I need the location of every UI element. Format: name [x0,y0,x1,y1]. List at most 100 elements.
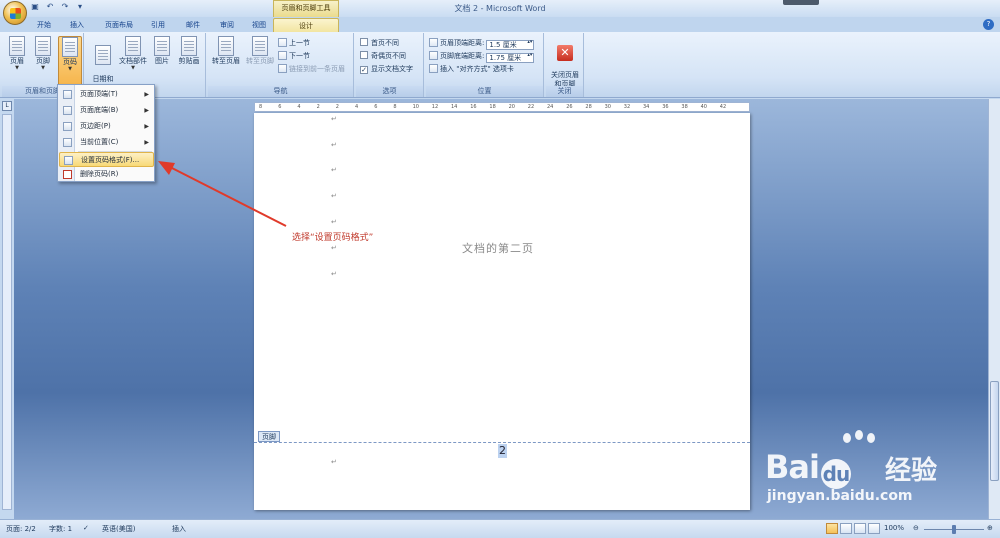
status-insert-mode[interactable]: 插入 [172,524,186,534]
ruler-tick-label: 34 [643,104,650,110]
alignment-tab-icon [429,64,438,73]
scrollbar-thumb[interactable] [990,381,999,481]
ruler-tick-label: 14 [451,104,458,110]
different-first-page-label: 首页不同 [371,39,399,47]
zoom-slider-knob[interactable] [952,525,956,534]
page-number-field[interactable]: 2 [498,444,507,458]
ruler-tick-label: 26 [566,104,573,110]
menu-item-remove-page-numbers[interactable]: 删除页码(R) [59,167,154,182]
insert-alignment-tab-label: 插入 "对齐方式" 选项卡 [440,65,514,73]
header-distance-input[interactable]: 1.5 厘米 [486,40,535,50]
footer-distance: 页脚底端距离: 1.75 厘米 [429,50,535,63]
ruler-tick-label: 30 [604,104,611,110]
spelling-check-icon[interactable]: ✓ [83,524,89,532]
previous-section-button[interactable]: 上一节 [278,37,310,49]
document-page[interactable]: ↵ ↵ ↵ ↵ ↵ ↵ ↵ 文档的第二页 页脚 2 ↵ [254,113,750,510]
menu-item-label: 设置页码格式(F)... [81,156,140,164]
ruler-tick-label: 10 [412,104,419,110]
header-button[interactable]: 页眉 ▼ [6,36,28,71]
window-controls[interactable] [783,0,819,5]
footer-button[interactable]: 页脚 ▼ [32,36,54,71]
ruler-tick-label: 22 [527,104,535,110]
document-text[interactable]: 文档的第二页 [462,240,534,256]
horizontal-ruler[interactable]: 8 6 4 2 2 4 6 8 10 12 14 16 18 20 22 24 26 28 30 32 34 36 38 40… [254,102,750,112]
menu-item-bottom-of-page[interactable]: 页面底端(B) ▶ [59,103,154,118]
ruler-tick-label: 42 [719,104,727,110]
quick-parts-icon [125,36,141,56]
group-label-close: 关闭 [546,86,583,97]
menu-item-current-position[interactable]: 当前位置(C) ▶ [59,135,154,150]
group-navigation: 转至页眉 转至页脚 上一节 下一节 链接到前一条页眉 导航 [208,33,354,97]
paragraph-mark: ↵ [331,270,337,278]
paragraph-mark: ↵ [331,166,337,174]
different-first-page-option[interactable]: 首页不同 [360,37,399,49]
quick-parts-button[interactable]: 文档部件 ▼ [117,36,149,71]
clip-art-label: 剪贴画 [178,57,200,65]
show-document-text-option[interactable]: ✓ 显示文档文字 [360,63,413,75]
ruler-tick-label: 32 [623,104,631,110]
tab-mailings[interactable]: 邮件 [180,18,206,32]
context-tab-title: 页眉和页脚工具 [273,0,339,17]
top-of-page-icon [63,90,72,99]
goto-footer-icon [252,36,268,56]
close-icon: ✕ [557,45,573,61]
print-layout-view-icon[interactable] [826,523,838,534]
picture-button[interactable]: 图片 [151,36,173,66]
tab-page-layout[interactable]: 页面布局 [99,18,139,32]
different-odd-even-option[interactable]: 奇偶页不同 [360,50,406,62]
status-bar: 页面: 2/2 字数: 1 ✓ 英语(美国) 插入 100% ⊖ ⊕ [0,519,1000,538]
footer-distance-input[interactable]: 1.75 厘米 [486,53,535,63]
zoom-out-icon[interactable]: ⊖ [913,524,919,532]
ruler-tick-label: 8 [259,104,263,110]
status-language[interactable]: 英语(美国) [102,524,135,534]
menu-item-format-page-numbers[interactable]: 设置页码格式(F)... [59,152,154,167]
tab-view[interactable]: 视图 [246,18,272,32]
paragraph-mark: ↵ [331,244,337,252]
next-section-button[interactable]: 下一节 [278,50,310,62]
goto-header-button[interactable]: 转至页眉 [210,36,242,66]
group-position: 页眉顶端距离:1.5 厘米 页脚底端距离:1.75 厘米 插入 "对齐方式" 选… [426,33,544,97]
goto-footer-button[interactable]: 转至页脚 [244,36,276,66]
menu-item-top-of-page[interactable]: 页面顶端(T) ▶ [59,87,154,102]
checkbox[interactable] [360,38,368,46]
help-icon[interactable]: ? [983,19,994,30]
tab-selector[interactable]: L [2,101,12,111]
group-options: 首页不同 奇偶页不同 ✓ 显示文档文字 选项 [356,33,424,97]
paw-toe [843,433,851,443]
ruler-tick-label: 28 [585,104,592,110]
tab-review[interactable]: 审阅 [214,18,240,32]
zoom-in-icon[interactable]: ⊕ [987,524,993,532]
link-to-previous-button[interactable]: 链接到前一条页眉 [278,63,345,75]
vertical-ruler[interactable] [2,114,12,510]
zoom-slider[interactable] [924,525,984,534]
tab-insert[interactable]: 插入 [64,18,90,32]
tab-home[interactable]: 开始 [31,18,57,32]
status-page[interactable]: 页面: 2/2 [6,524,36,534]
insert-alignment-tab-button[interactable]: 插入 "对齐方式" 选项卡 [429,63,514,75]
close-header-footer-button[interactable]: ✕ 关闭页眉 和页脚 [548,36,582,89]
outline-view-icon[interactable] [868,523,880,534]
web-layout-view-icon[interactable] [854,523,866,534]
full-screen-reading-view-icon[interactable] [840,523,852,534]
page-number-button[interactable]: 页码 ▼ [58,36,82,86]
zoom-level[interactable]: 100% [884,524,904,532]
checkbox[interactable] [360,51,368,59]
ruler-tick-label: 6 [374,104,378,110]
office-button[interactable] [3,1,27,25]
group-close: ✕ 关闭页眉 和页脚 关闭 [546,33,584,97]
tab-references[interactable]: 引用 [145,18,171,32]
ruler-tick-label: 40 [700,104,707,110]
page-margins-icon [63,122,72,131]
clip-art-button[interactable]: 剪贴画 [175,36,203,66]
watermark-du-text: du [820,459,851,489]
menu-item-page-margins[interactable]: 页边距(P) ▶ [59,119,154,134]
checkbox-checked[interactable]: ✓ [360,66,368,74]
bottom-of-page-icon [63,106,72,115]
clip-art-icon [181,36,197,56]
vertical-scrollbar[interactable] [988,99,1000,519]
status-word-count[interactable]: 字数: 1 [49,524,72,534]
tab-design[interactable]: 设计 [273,18,339,32]
menu-item-label: 当前位置(C) [80,138,119,146]
menu-item-label: 删除页码(R) [80,170,119,178]
paragraph-mark: ↵ [331,141,337,149]
